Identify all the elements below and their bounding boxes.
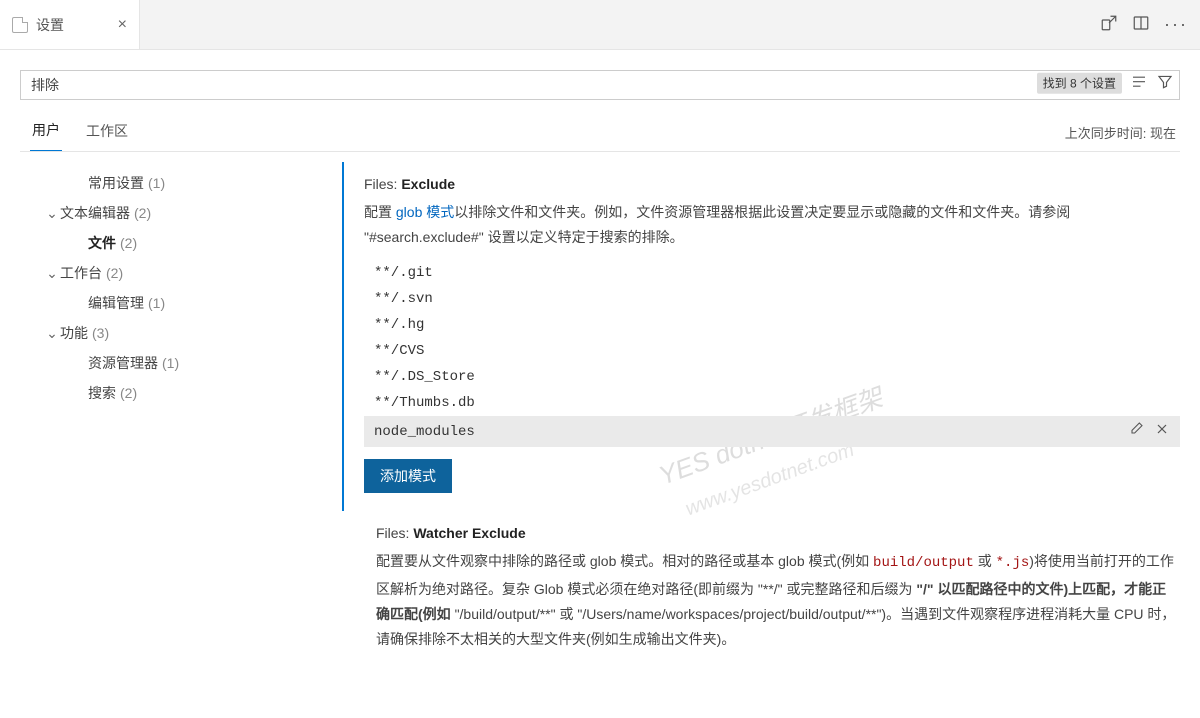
tree-item-label: 功能: [60, 323, 88, 343]
setting-files-watcher-exclude: Files: Watcher Exclude 配置要从文件观察中排除的路径或 g…: [340, 511, 1190, 680]
tab-title: 设置: [36, 15, 64, 35]
setting-description: 配置要从文件观察中排除的路径或 glob 模式。相对的路径或基本 glob 模式…: [376, 549, 1180, 652]
add-pattern-button[interactable]: 添加模式: [364, 459, 452, 493]
tree-item[interactable]: 资源管理器 (1): [44, 348, 330, 378]
chevron-down-icon: ⌄: [44, 265, 60, 282]
tree-item-count: (1): [148, 175, 165, 191]
search-result-count: 找到 8 个设置: [1037, 73, 1122, 94]
exclude-pattern-list: **/.git **/.svn **/.hg **/CVS **/.DS_Store **…: [364, 260, 1180, 447]
tree-item-label: 常用设置: [88, 173, 144, 193]
close-icon[interactable]: [1154, 421, 1170, 442]
tree-item[interactable]: 文件 (2): [44, 228, 330, 258]
scope-tab-workspace[interactable]: 工作区: [84, 115, 130, 151]
tree-item-count: (3): [92, 325, 109, 341]
glob-pattern-link[interactable]: glob 模式: [396, 204, 454, 220]
tree-item-label: 文件: [88, 233, 116, 253]
file-icon: [12, 17, 28, 33]
tree-item-count: (2): [134, 205, 151, 221]
pattern-text: node_modules: [374, 424, 475, 440]
setting-files-exclude: Files: Exclude 配置 glob 模式以排除文件和文件夹。例如，文件…: [342, 162, 1190, 511]
close-tab-icon[interactable]: ×: [118, 16, 127, 34]
setting-title: Files: Watcher Exclude: [376, 525, 1180, 541]
tree-item-count: (2): [120, 235, 137, 251]
tree-item-label: 工作台: [60, 263, 102, 283]
tabbar-actions: ···: [140, 0, 1200, 49]
tree-item-count: (2): [106, 265, 123, 281]
pattern-text: **/.hg: [374, 317, 424, 333]
tree-item[interactable]: ⌄功能 (3): [44, 318, 330, 348]
pattern-text: **/CVS: [374, 343, 424, 359]
tree-item-label: 资源管理器: [88, 353, 158, 373]
pattern-row[interactable]: node_modules: [364, 416, 1180, 447]
gear-icon[interactable]: [340, 178, 342, 199]
tree-item-count: (2): [120, 385, 137, 401]
chevron-down-icon: ⌄: [44, 325, 60, 342]
setting-title: Files: Exclude: [364, 176, 1180, 192]
pattern-text: **/.svn: [374, 291, 433, 307]
pattern-row[interactable]: **/.svn: [364, 286, 1180, 312]
sync-status: 上次同步时间: 现在: [1065, 123, 1176, 142]
pattern-text: **/.git: [374, 265, 433, 281]
split-editor-icon[interactable]: [1132, 14, 1150, 35]
pattern-text: **/.DS_Store: [374, 369, 475, 385]
tree-item[interactable]: 常用设置 (1): [44, 168, 330, 198]
tree-item-label: 文本编辑器: [60, 203, 130, 223]
open-settings-json-icon[interactable]: [1100, 14, 1118, 35]
clear-search-icon[interactable]: [1130, 73, 1148, 94]
more-actions-icon[interactable]: ···: [1164, 14, 1188, 35]
tree-item[interactable]: ⌄文本编辑器 (2): [44, 198, 330, 228]
scope-tab-user[interactable]: 用户: [30, 114, 62, 151]
tree-item-count: (1): [148, 295, 165, 311]
pattern-row[interactable]: **/.DS_Store: [364, 364, 1180, 390]
pattern-row[interactable]: **/.git: [364, 260, 1180, 286]
pattern-row[interactable]: **/CVS: [364, 338, 1180, 364]
tree-item-label: 搜索: [88, 383, 116, 403]
setting-description: 配置 glob 模式以排除文件和文件夹。例如，文件资源管理器根据此设置决定要显示…: [364, 200, 1180, 250]
tree-item[interactable]: 搜索 (2): [44, 378, 330, 408]
settings-tree: 常用设置 (1)⌄文本编辑器 (2)文件 (2)⌄工作台 (2)编辑管理 (1)…: [0, 152, 340, 718]
pattern-text: **/Thumbs.db: [374, 395, 475, 411]
filter-icon[interactable]: [1156, 73, 1174, 94]
pattern-row[interactable]: **/.hg: [364, 312, 1180, 338]
editor-tab-settings[interactable]: 设置 ×: [0, 0, 140, 49]
tree-item[interactable]: 编辑管理 (1): [44, 288, 330, 318]
pattern-row[interactable]: **/Thumbs.db: [364, 390, 1180, 416]
tree-item-label: 编辑管理: [88, 293, 144, 313]
edit-icon[interactable]: [1128, 421, 1144, 442]
settings-search-input[interactable]: [20, 70, 1180, 100]
tree-item[interactable]: ⌄工作台 (2): [44, 258, 330, 288]
chevron-down-icon: ⌄: [44, 205, 60, 222]
tree-item-count: (1): [162, 355, 179, 371]
